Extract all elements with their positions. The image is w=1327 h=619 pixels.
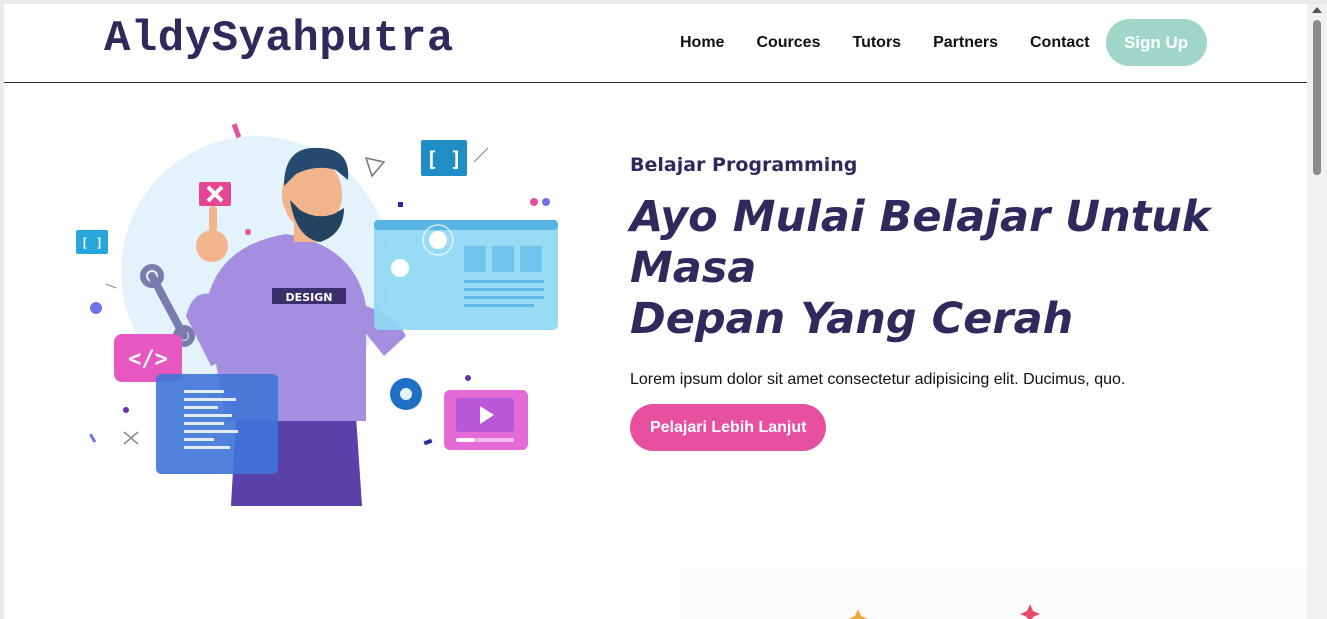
- bracket-glyph-small: [ ]: [81, 236, 103, 250]
- vertical-scrollbar[interactable]: [1307, 4, 1327, 619]
- hero-text: Belajar Programming Ayo Mulai Belajar Un…: [630, 154, 1307, 451]
- hero-illustration: [ ] [ ] DESIGN </>: [76, 123, 558, 506]
- nav-home[interactable]: Home: [680, 34, 724, 52]
- hero-headline: Ayo Mulai Belajar Untuk Masa Depan Yang …: [630, 192, 1307, 345]
- scroll-up-icon[interactable]: [1312, 7, 1322, 13]
- hero-description: Lorem ipsum dolor sit amet consectetur a…: [630, 371, 1126, 388]
- hero-eyebrow: Belajar Programming: [630, 154, 858, 176]
- scrollbar-thumb[interactable]: [1313, 20, 1321, 175]
- page: AldySyahputra Home Cources Tutors Partne…: [4, 4, 1307, 619]
- bottom-decoration: [680, 569, 1307, 619]
- main-nav: Home Cources Tutors Partners Contact Sig…: [664, 19, 1207, 66]
- site-header: AldySyahputra Home Cources Tutors Partne…: [4, 4, 1307, 83]
- nav-tutors[interactable]: Tutors: [852, 34, 901, 52]
- signup-button[interactable]: Sign Up: [1105, 19, 1207, 66]
- learn-more-button[interactable]: Pelajari Lebih Lanjut: [630, 404, 827, 451]
- hero-headline-line1: Ayo Mulai Belajar Untuk Masa: [630, 192, 1211, 293]
- code-glyph: </>: [128, 347, 168, 372]
- bracket-glyph-large: [ ]: [426, 147, 462, 171]
- hero-headline-line2: Depan Yang Cerah: [630, 294, 1074, 344]
- site-logo[interactable]: AldySyahputra: [104, 14, 454, 64]
- design-badge: DESIGN: [286, 291, 333, 304]
- nav-contact[interactable]: Contact: [1030, 34, 1090, 52]
- nav-partners[interactable]: Partners: [933, 34, 998, 52]
- nav-cources[interactable]: Cources: [756, 34, 820, 52]
